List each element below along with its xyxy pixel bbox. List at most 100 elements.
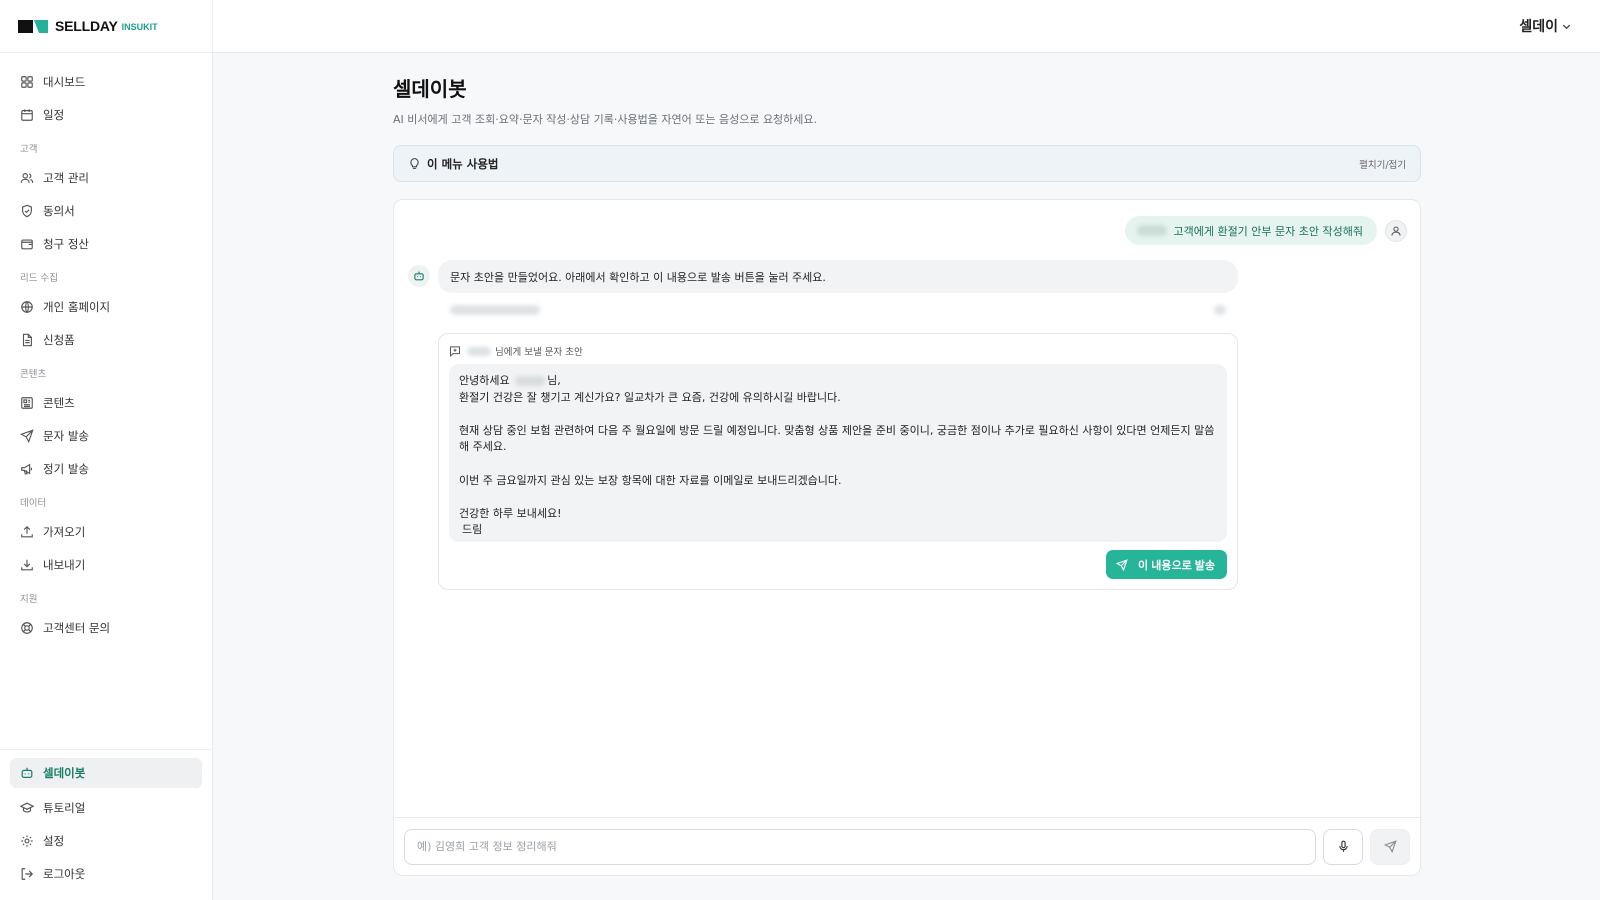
message-square-icon bbox=[450, 346, 460, 357]
redacted-customer-name bbox=[1137, 225, 1168, 236]
sidebar-item-calendar[interactable]: 일정 bbox=[0, 98, 212, 131]
voice-input-button[interactable] bbox=[1323, 828, 1363, 865]
user-message-bubble: 고객에게 환절기 안부 문자 초안 작성해줘 bbox=[1125, 216, 1377, 245]
user-menu[interactable]: 셀데이 bbox=[1519, 16, 1572, 36]
chat-panel: 고객에게 환절기 안부 문자 초안 작성해줘 문자 초안을 만들었어요. 아래에… bbox=[393, 199, 1421, 876]
user-message-row: 고객에게 환절기 안부 문자 초안 작성해줘 bbox=[1125, 216, 1407, 245]
send-icon bbox=[1116, 558, 1128, 571]
sms-draft-card: 님에게 보낼 문자 초안 안녕하세요 님, 환절기 건강은 잘 챙기고 계신가요… bbox=[438, 333, 1238, 590]
redacted-text bbox=[450, 305, 540, 315]
send-draft-button[interactable]: 이 내용으로 발송 bbox=[1106, 550, 1227, 579]
sidebar-item-label: 정기 발송 bbox=[43, 461, 89, 476]
sidebar-item-settings[interactable]: 설정 bbox=[0, 824, 212, 857]
brand-sub: INSUKIT bbox=[121, 22, 158, 32]
send-icon bbox=[1383, 840, 1397, 853]
wallet-icon bbox=[21, 238, 33, 249]
bot-message-text: 문자 초안을 만들었어요. 아래에서 확인하고 이 내용으로 발송 버튼을 눌러… bbox=[450, 270, 826, 284]
sidebar-item-label: 고객센터 문의 bbox=[43, 620, 111, 635]
chat-input[interactable] bbox=[404, 828, 1316, 865]
download-icon bbox=[21, 559, 33, 570]
bot-message-row: 문자 초안을 만들었어요. 아래에서 확인하고 이 내용으로 발송 버튼을 눌러… bbox=[408, 260, 1238, 590]
dashboard-icon bbox=[21, 75, 33, 88]
sidebar-item-logout[interactable]: 로그아웃 bbox=[0, 857, 212, 890]
section-title-leads: 리드 수집 bbox=[20, 273, 58, 284]
howto-panel[interactable]: 이 메뉴 사용법 펼치기/접기 bbox=[393, 145, 1421, 182]
sidebar-item-forms[interactable]: 신청폼 bbox=[0, 323, 212, 356]
bot-message-bubble: 문자 초안을 만들었어요. 아래에서 확인하고 이 내용으로 발송 버튼을 눌러… bbox=[438, 260, 1238, 293]
globe-icon bbox=[21, 300, 33, 313]
sidebar-item-export[interactable]: 내보내기 bbox=[0, 548, 212, 581]
bot-message-column: 문자 초안을 만들었어요. 아래에서 확인하고 이 내용으로 발송 버튼을 눌러… bbox=[438, 260, 1238, 590]
draft-line: 드림 bbox=[462, 523, 483, 537]
user-message-text: 고객에게 환절기 안부 문자 초안 작성해줘 bbox=[1173, 224, 1363, 238]
gear-icon bbox=[21, 834, 33, 847]
graduation-cap-icon bbox=[20, 802, 34, 813]
draft-spacer bbox=[459, 406, 1217, 423]
draft-actions: 이 내용으로 발송 bbox=[449, 550, 1227, 579]
brand-logo[interactable]: SELLDAY INSUKIT bbox=[0, 0, 212, 53]
draft-spacer bbox=[459, 456, 1217, 473]
user-name: 셀데이 bbox=[1519, 19, 1558, 35]
page-subtitle: AI 비서에게 고객 조회·요약·문자 작성·상담 기록·사용법을 자연어 또는… bbox=[393, 113, 818, 126]
draft-header-text: 님에게 보낼 문자 초안 bbox=[495, 347, 583, 358]
logo-mark-icon bbox=[18, 19, 48, 34]
sidebar-item-scheduled-sms[interactable]: 정기 발송 bbox=[0, 452, 212, 485]
upload-icon bbox=[21, 525, 33, 537]
sidebar-item-sms[interactable]: 문자 발송 bbox=[0, 419, 212, 452]
lightbulb-icon bbox=[410, 158, 419, 169]
sidebar-item-sellday-bot[interactable]: 셀데이봇 bbox=[10, 758, 202, 788]
sidebar-item-label: 고객 관리 bbox=[43, 170, 89, 185]
section-title-customers: 고객 bbox=[20, 144, 38, 155]
draft-line: 현재 상담 중인 보험 관련하여 다음 주 월요일에 방문 드릴 예정입니다. … bbox=[459, 423, 1215, 454]
microphone-icon bbox=[1338, 840, 1348, 852]
sidebar-item-label: 셀데이봇 bbox=[43, 766, 86, 780]
draft-line: 안녕하세요 님, bbox=[459, 373, 1217, 390]
sidebar-item-label: 설정 bbox=[43, 833, 65, 848]
users-icon bbox=[20, 172, 34, 183]
sidebar-item-label: 개인 홈페이지 bbox=[43, 299, 111, 314]
draft-line: 환절기 건강은 잘 챙기고 계신가요? 일교차가 큰 요즘, 건강에 유의하시길… bbox=[459, 390, 841, 404]
draft-line: 건강한 하루 보내세요! bbox=[459, 506, 562, 520]
sidebar-item-content[interactable]: 콘텐츠 bbox=[0, 386, 212, 419]
page-title: 셀데이봇 bbox=[393, 77, 467, 101]
sidebar-item-import[interactable]: 가져오기 bbox=[0, 515, 212, 548]
top-header: 셀데이 bbox=[213, 0, 1600, 53]
section-title-support: 지원 bbox=[20, 594, 38, 605]
section-title-content: 콘텐츠 bbox=[20, 369, 47, 380]
user-avatar bbox=[1385, 219, 1407, 242]
sidebar-item-consent[interactable]: 동의서 bbox=[0, 194, 212, 227]
sidebar-item-customers[interactable]: 고객 관리 bbox=[0, 161, 212, 194]
sidebar-item-tutorial[interactable]: 튜토리얼 bbox=[0, 791, 212, 824]
sidebar-item-label: 청구 정산 bbox=[43, 236, 89, 251]
howto-toggle[interactable]: 펼치기/접기 bbox=[1359, 157, 1406, 171]
sidebar-item-label: 동의서 bbox=[43, 203, 75, 218]
sidebar-item-label: 일정 bbox=[43, 107, 65, 122]
shield-icon bbox=[22, 204, 32, 217]
send-message-button[interactable] bbox=[1370, 828, 1410, 865]
howto-title: 이 메뉴 사용법 bbox=[427, 156, 499, 171]
redacted-customer-info bbox=[438, 293, 1238, 327]
bot-avatar bbox=[408, 265, 430, 287]
sms-draft-body[interactable]: 안녕하세요 님, 환절기 건강은 잘 챙기고 계신가요? 일교차가 큰 요즘, … bbox=[449, 364, 1227, 542]
main-content: 셀데이봇 AI 비서에게 고객 조회·요약·문자 작성·상담 기록·사용법을 자… bbox=[393, 53, 1421, 876]
sidebar-item-dashboard[interactable]: 대시보드 bbox=[0, 65, 212, 98]
sidebar-item-label: 내보내기 bbox=[43, 557, 86, 572]
sidebar-item-homepage[interactable]: 개인 홈페이지 bbox=[0, 290, 212, 323]
sidebar-item-label: 로그아웃 bbox=[43, 866, 86, 881]
sidebar-item-label: 가져오기 bbox=[43, 524, 86, 539]
newspaper-icon bbox=[21, 396, 33, 409]
send-draft-label: 이 내용으로 발송 bbox=[1138, 559, 1215, 572]
sidebar-nav: 대시보드 일정 고객 고객 관리 동의서 청구 정산 리드 수집 개인 홈페이지… bbox=[0, 53, 212, 644]
draft-greeting-suffix: 님, bbox=[547, 374, 561, 387]
lifebuoy-icon bbox=[21, 621, 33, 634]
sidebar-item-claims[interactable]: 청구 정산 bbox=[0, 227, 212, 260]
bot-icon bbox=[414, 271, 424, 281]
chat-composer bbox=[394, 817, 1420, 875]
draft-greeting: 안녕하세요 bbox=[459, 374, 510, 387]
sidebar-item-label: 대시보드 bbox=[43, 74, 86, 89]
sidebar-item-support[interactable]: 고객센터 문의 bbox=[0, 611, 212, 644]
file-icon bbox=[22, 333, 32, 346]
sidebar-item-label: 콘텐츠 bbox=[43, 395, 75, 410]
bot-icon bbox=[21, 767, 33, 778]
sidebar: SELLDAY INSUKIT 대시보드 일정 고객 고객 관리 동의서 청구 … bbox=[0, 0, 213, 900]
